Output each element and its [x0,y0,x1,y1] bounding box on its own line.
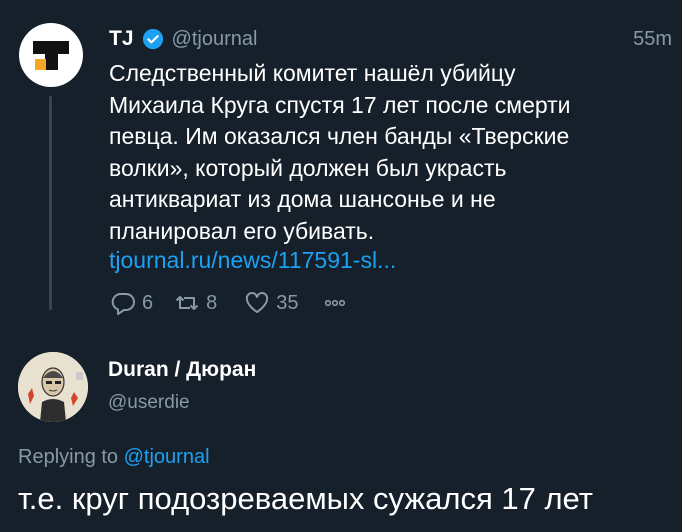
tweet-actions: 6 8 35 [109,289,349,317]
heart-icon [246,292,269,313]
retweet-count: 8 [206,291,218,314]
avatar-illustration-icon [18,352,88,422]
reply-author-name[interactable]: Duran / Дюран [108,358,256,382]
like-count: 35 [276,291,299,314]
reply-icon [111,293,135,315]
tweet-timestamp[interactable]: 55m [633,28,672,51]
author-handle[interactable]: @tjournal [172,28,258,51]
tj-logo-icon [33,41,69,70]
replying-prefix: Replying to [18,446,119,468]
tj-avatar[interactable] [19,23,83,87]
retweet-icon [175,296,199,310]
more-icon [324,299,345,307]
reply-text: т.е. круг подозреваемых сужался 17 лет [18,481,593,516]
reply-author-handle[interactable]: @userdie [108,392,190,414]
tweet-text: Следственный комитет нашёл убийцу Михаил… [109,60,571,244]
retweet-button[interactable]: 8 [173,289,217,317]
like-button[interactable]: 35 [243,289,299,317]
author-name[interactable]: TJ [109,27,134,51]
thread-line [49,96,52,310]
duran-avatar[interactable] [18,352,88,422]
replying-to-line: Replying to @tjournal [18,446,210,469]
verified-badge-icon [142,28,163,50]
more-button[interactable] [321,289,349,317]
replying-mention-link[interactable]: @tjournal [124,446,210,468]
tweet-link[interactable]: tjournal.ru/news/117591-sl... [109,247,396,274]
reply-button[interactable]: 6 [109,289,153,317]
tweet-header: TJ @tjournal [109,26,257,52]
reply-count: 6 [142,291,154,314]
